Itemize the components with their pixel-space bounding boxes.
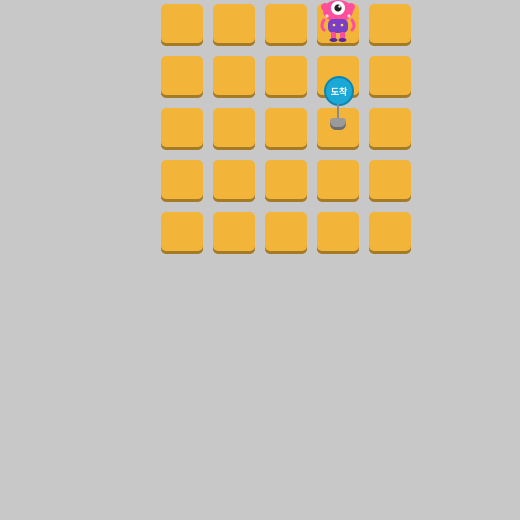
board-tile bbox=[161, 108, 203, 147]
monster-icon bbox=[320, 0, 356, 42]
monster-character bbox=[318, 0, 358, 44]
board-tile bbox=[265, 212, 307, 251]
board-tile bbox=[369, 108, 411, 147]
board-tile bbox=[161, 56, 203, 95]
board-tile bbox=[265, 108, 307, 147]
board-tile bbox=[317, 160, 359, 199]
goal-base bbox=[330, 118, 346, 130]
board-tile bbox=[317, 212, 359, 251]
board-tile bbox=[161, 160, 203, 199]
board-tile bbox=[213, 160, 255, 199]
goal-sign: 도착 bbox=[324, 76, 354, 106]
goal-marker: 도착 bbox=[322, 74, 356, 134]
board-tile bbox=[369, 212, 411, 251]
board-tile bbox=[213, 4, 255, 43]
board-tile bbox=[369, 160, 411, 199]
board-tile bbox=[213, 108, 255, 147]
board-tile bbox=[265, 4, 307, 43]
board-tile bbox=[213, 56, 255, 95]
game-board bbox=[161, 4, 411, 255]
board-tile bbox=[161, 4, 203, 43]
board-tile bbox=[161, 212, 203, 251]
board-tile bbox=[369, 56, 411, 95]
board-tile bbox=[369, 4, 411, 43]
board-tile bbox=[213, 212, 255, 251]
board-tile bbox=[265, 160, 307, 199]
board-tile bbox=[265, 56, 307, 95]
